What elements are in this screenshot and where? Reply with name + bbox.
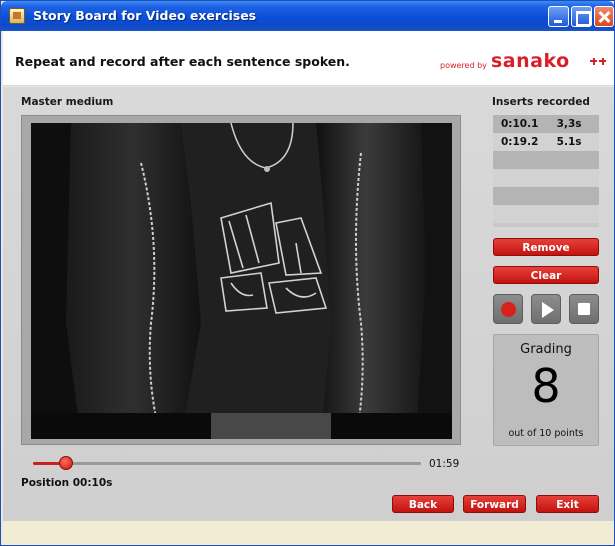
record-button[interactable] — [493, 294, 523, 324]
app-window: Story Board for Video exercises Repeat a… — [0, 0, 615, 546]
seek-slider-thumb[interactable] — [58, 456, 73, 470]
stop-icon — [578, 303, 590, 315]
footer-band — [3, 521, 614, 545]
clear-button[interactable]: Clear — [493, 266, 599, 284]
insert-length: 5.1s — [556, 136, 582, 148]
record-icon — [501, 302, 516, 317]
video-frame-image — [31, 123, 452, 439]
play-button[interactable] — [531, 294, 561, 324]
duration-label: 01:59 — [429, 458, 460, 470]
exit-button[interactable]: Exit — [536, 495, 599, 513]
app-icon — [9, 8, 25, 24]
grading-title: Grading — [520, 342, 572, 357]
powered-by-label: powered by — [440, 61, 487, 70]
insert-row[interactable] — [493, 151, 599, 169]
insert-row[interactable]: 0:10.1 3,3s — [493, 115, 599, 133]
forward-button[interactable]: Forward — [463, 495, 526, 513]
header-band: Repeat and record after each sentence sp… — [3, 31, 614, 86]
video-player[interactable] — [31, 123, 452, 439]
brand-mark-icon — [588, 54, 608, 68]
grading-score: 8 — [531, 359, 561, 413]
master-medium-label: Master medium — [21, 96, 114, 108]
window-title: Story Board for Video exercises — [33, 8, 257, 23]
grading-subtitle: out of 10 points — [508, 428, 584, 439]
remove-button[interactable]: Remove — [493, 238, 599, 256]
inserts-recorded-label: Inserts recorded — [492, 96, 590, 108]
stop-button[interactable] — [569, 294, 599, 324]
instruction-text: Repeat and record after each sentence sp… — [15, 54, 350, 69]
insert-row[interactable] — [493, 205, 599, 223]
play-icon — [542, 302, 554, 318]
insert-time: 0:10.1 — [501, 118, 539, 130]
insert-row[interactable] — [493, 169, 599, 187]
seek-slider-track[interactable] — [33, 462, 421, 465]
brand-logo: sanako — [491, 50, 570, 72]
grading-panel: Grading 8 out of 10 points — [493, 334, 599, 446]
inserts-list[interactable]: 0:10.1 3,3s 0:19.2 5.1s — [493, 115, 599, 227]
position-label: Position 00:10s — [21, 477, 113, 489]
minimize-button[interactable] — [548, 6, 569, 27]
maximize-button[interactable] — [571, 6, 592, 27]
insert-row[interactable]: 0:19.2 5.1s — [493, 133, 599, 151]
insert-time: 0:19.2 — [501, 136, 539, 148]
insert-row[interactable] — [493, 187, 599, 205]
close-button[interactable] — [594, 6, 614, 27]
back-button[interactable]: Back — [392, 495, 454, 513]
insert-length: 3,3s — [556, 118, 582, 130]
title-bar[interactable]: Story Board for Video exercises — [1, 1, 614, 31]
